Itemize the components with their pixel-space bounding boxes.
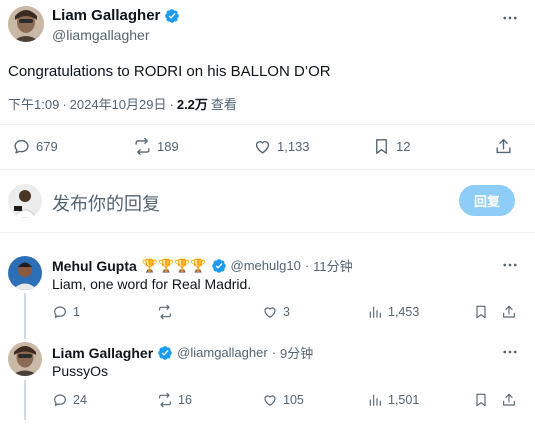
tweet-meta: 下午1:09 · 2024年10月29日 · 2.2万 查看 — [8, 94, 237, 113]
meta-dot: · — [271, 345, 277, 360]
tweet-time[interactable]: 下午1:09 — [8, 94, 59, 113]
compose-reply-button[interactable]: 回复 — [459, 185, 515, 216]
tweet-date[interactable]: 2024年10月29日 — [70, 94, 167, 113]
bookmark-button[interactable] — [473, 392, 489, 408]
verified-badge-icon — [165, 8, 180, 23]
bookmark-icon — [376, 139, 387, 154]
reply-author-handle[interactable]: @mehulg10 — [231, 258, 301, 273]
meta-dot: · — [169, 97, 174, 112]
meta-dot: · — [62, 97, 67, 112]
repost-button[interactable] — [157, 304, 178, 320]
like-button[interactable]: 3 — [262, 304, 290, 320]
heart-icon — [255, 141, 270, 154]
thread-line — [24, 380, 26, 420]
reply-header: Liam Gallagher @liamgallagher · 9分钟 — [52, 343, 313, 362]
repost-count: 189 — [157, 139, 179, 154]
reply-time[interactable]: 11分钟 — [313, 256, 353, 275]
divider — [0, 232, 535, 233]
tweet-text: Congratulations to RODRI on his BALLON D… — [8, 63, 331, 80]
compose-input[interactable]: 发布你的回复 — [52, 190, 160, 216]
bookmark-icon — [476, 305, 486, 319]
bookmark-count: 12 — [396, 139, 411, 154]
current-user-avatar[interactable] — [8, 184, 42, 218]
views-label: 查看 — [210, 97, 237, 112]
author-name-row: Liam Gallagher — [52, 7, 180, 24]
more-options-icon[interactable] — [500, 8, 520, 28]
reply-author-avatar-image — [8, 342, 42, 376]
reply-count: 24 — [73, 393, 87, 407]
share-icon — [503, 305, 515, 318]
like-count: 1,133 — [277, 139, 310, 154]
views-count: 2.2万 — [176, 97, 208, 112]
author-handle[interactable]: @liamgallagher — [52, 27, 149, 43]
like-count: 3 — [283, 305, 290, 319]
reply-text: PussyOs — [52, 363, 109, 379]
reply-icon — [14, 139, 29, 154]
share-icon — [496, 139, 511, 154]
share-button[interactable] — [494, 137, 513, 156]
reply-author-avatar[interactable] — [8, 256, 42, 290]
repost-button[interactable]: 189 — [133, 137, 179, 156]
share-button[interactable] — [501, 304, 517, 320]
like-button[interactable]: 105 — [262, 392, 304, 408]
author-name[interactable]: Liam Gallagher — [52, 7, 160, 24]
reply-author-name[interactable]: Mehul Gupta — [52, 258, 137, 274]
reply-header: Mehul Gupta 🏆🏆🏆🏆 @mehulg10 · 11分钟 — [52, 256, 353, 275]
reply-button[interactable]: 1 — [52, 304, 80, 320]
bookmark-button[interactable] — [473, 304, 489, 320]
repost-button[interactable]: 16 — [157, 392, 192, 408]
repost-icon — [159, 304, 171, 320]
heart-icon — [264, 307, 276, 318]
divider — [0, 169, 535, 170]
like-button[interactable]: 1,133 — [253, 137, 310, 156]
repost-icon — [135, 137, 150, 156]
meta-dot: · — [304, 258, 310, 273]
views-button[interactable]: 1,501 — [367, 392, 419, 408]
views-count: 1,501 — [388, 393, 420, 407]
reply-author-avatar[interactable] — [8, 342, 42, 376]
divider — [0, 124, 535, 125]
share-icon — [503, 393, 515, 406]
thread-line — [24, 293, 26, 339]
verified-badge-icon — [158, 345, 172, 360]
reply-button[interactable]: 24 — [52, 392, 87, 408]
reply-author-avatar-image — [8, 256, 42, 290]
author-avatar-image — [8, 6, 44, 42]
analytics-icon — [369, 394, 381, 406]
author-avatar[interactable] — [8, 6, 44, 42]
repost-count: 16 — [178, 393, 192, 407]
reply-icon — [54, 394, 66, 406]
reply-author-handle[interactable]: @liamgallagher — [177, 345, 268, 360]
share-button[interactable] — [501, 392, 517, 408]
more-options-icon[interactable] — [500, 255, 520, 275]
reply-time[interactable]: 9分钟 — [280, 343, 313, 362]
reply-icon — [54, 306, 66, 318]
heart-icon — [264, 395, 276, 406]
more-options-icon[interactable] — [500, 342, 520, 362]
views-button[interactable]: 1,453 — [367, 304, 419, 320]
bookmark-button[interactable]: 12 — [372, 137, 410, 156]
repost-icon — [159, 392, 171, 408]
trophy-badges: 🏆🏆🏆🏆 — [141, 257, 207, 273]
current-user-avatar-image — [8, 184, 42, 218]
reply-count: 679 — [36, 139, 58, 154]
reply-text: Liam, one word for Real Madrid. — [52, 276, 252, 292]
views-count: 1,453 — [388, 305, 420, 319]
reply-count: 1 — [73, 305, 80, 319]
reply-author-name[interactable]: Liam Gallagher — [52, 345, 153, 361]
bookmark-icon — [476, 393, 486, 407]
like-count: 105 — [283, 393, 304, 407]
reply-button[interactable]: 679 — [12, 137, 58, 156]
verified-badge-icon — [211, 258, 226, 273]
analytics-icon — [369, 306, 381, 318]
